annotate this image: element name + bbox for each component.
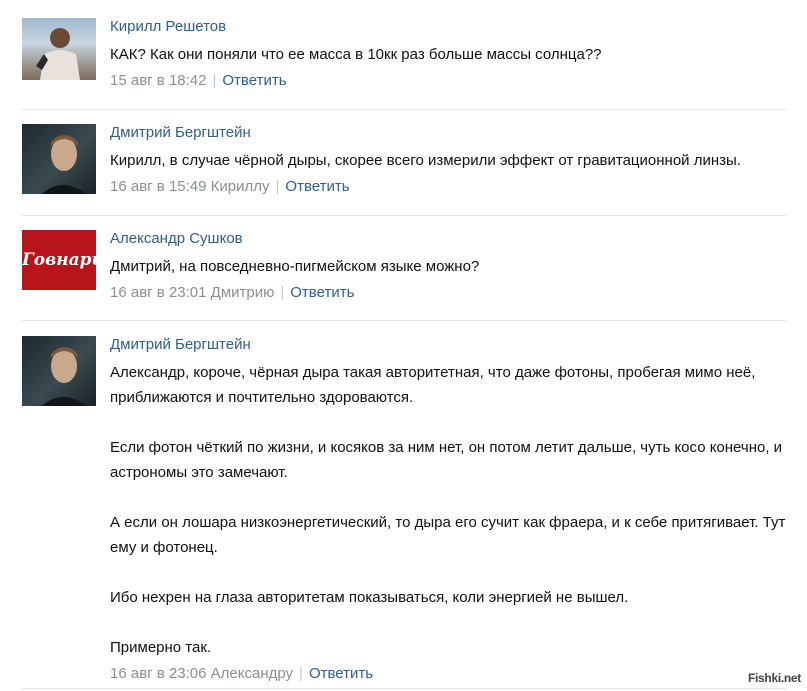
comment-author[interactable]: Кирилл Решетов [110, 18, 786, 36]
comment-text: Кирилл, в случае чёрной дыры, скорее все… [110, 148, 786, 173]
comment-paragraph: КАК? Как они поняли что ее масса в 10кк … [110, 46, 602, 63]
avatar[interactable] [22, 124, 96, 194]
divider: | [299, 665, 303, 682]
comment-meta: 15 авг в 18:42 | Ответить [110, 71, 786, 91]
comment-time[interactable]: 16 авг в 23:06 [110, 665, 206, 682]
divider: | [212, 72, 217, 89]
comment-text: Дмитрий, на повседневно-пигмейском языке… [110, 254, 786, 279]
reply-to[interactable]: Дмитрию [211, 284, 275, 301]
divider [22, 688, 786, 689]
comment-author[interactable]: Дмитрий Бергштейн [110, 336, 786, 354]
comment-time[interactable]: 16 авг в 23:01 [110, 284, 206, 301]
reply-link[interactable]: Ответить [290, 284, 354, 301]
comment-author[interactable]: Дмитрий Бергштейн [110, 124, 786, 142]
comment-text: КАК? Как они поняли что ее масса в 10кк … [110, 42, 786, 67]
comment-paragraph: А если он лошара низкоэнергетический, то… [110, 514, 786, 556]
comment-paragraph: Если фотон чёткий по жизни, и косяков за… [110, 439, 783, 481]
reply-to[interactable]: Кириллу [211, 178, 270, 195]
comment-author[interactable]: Александр Сушков [110, 230, 786, 248]
divider [22, 320, 786, 321]
avatar-logo-text: Говнарь [22, 250, 96, 270]
comment-paragraph: Ибо нехрен на глаза авторитетам показыва… [110, 589, 629, 606]
divider [22, 109, 786, 110]
avatar[interactable] [22, 336, 96, 406]
avatar[interactable] [22, 18, 96, 80]
comment-time[interactable]: 15 авг в 18:42 [110, 72, 206, 89]
comment-paragraph: Дмитрий, на повседневно-пигмейском языке… [110, 258, 480, 275]
watermark: Fishki.net [747, 671, 801, 685]
comment-paragraph: Александр, короче, чёрная дыра такая авт… [110, 364, 756, 406]
reply-link[interactable]: Ответить [222, 72, 286, 89]
comment-text: Александр, короче, чёрная дыра такая авт… [110, 360, 786, 660]
avatar[interactable]: Говнарь [22, 230, 96, 290]
comment-time[interactable]: 16 авг в 15:49 [110, 178, 206, 195]
reply-link[interactable]: Ответить [285, 178, 349, 195]
reply-to[interactable]: Александру [211, 665, 293, 682]
comment-paragraph: Примерно так. [110, 639, 212, 656]
comment-paragraph: Кирилл, в случае чёрной дыры, скорее все… [110, 152, 741, 169]
comment-meta: 16 авг в 23:01 Дмитрию | Ответить [110, 283, 786, 303]
reply-link[interactable]: Ответить [309, 665, 373, 682]
comment-meta: 16 авг в 15:49 Кириллу | Ответить [110, 177, 786, 197]
divider: | [275, 178, 280, 195]
comment-meta: 16 авг в 23:06 Александру | Ответить [110, 664, 786, 684]
divider [22, 215, 786, 216]
divider: | [280, 284, 285, 301]
